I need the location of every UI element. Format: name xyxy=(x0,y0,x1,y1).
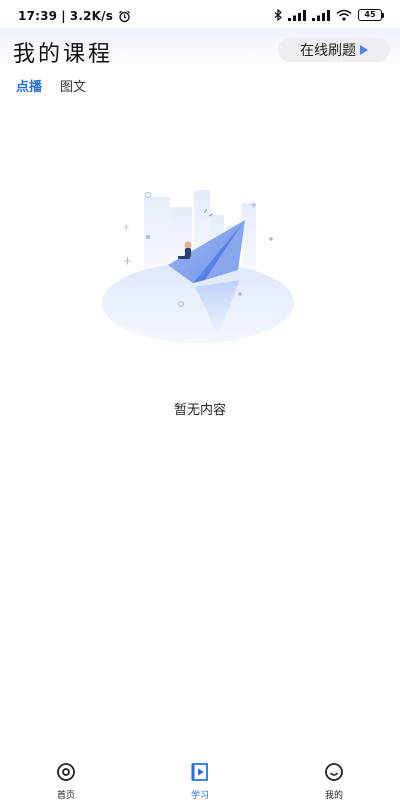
battery-level: 45 xyxy=(358,9,382,21)
tab-article[interactable]: 图文 xyxy=(60,76,86,95)
signal-icon-2 xyxy=(312,9,330,21)
nav-home-label: 首页 xyxy=(56,791,75,800)
nav-home[interactable]: 首页 xyxy=(36,762,96,800)
profile-icon xyxy=(325,763,343,781)
play-icon xyxy=(360,45,368,55)
nav-mine-label: 我的 xyxy=(324,791,343,800)
online-practice-label: 在线刷题 xyxy=(300,43,356,59)
home-icon xyxy=(57,763,75,781)
status-time: 17:39 xyxy=(18,9,58,23)
bottom-nav: 首页 学习 我的 xyxy=(0,752,400,800)
tab-video[interactable]: 点播 xyxy=(16,76,42,95)
header: 我的课程 在线刷题 xyxy=(0,28,400,74)
course-tabs: 点播 图文 xyxy=(0,74,400,95)
battery-tip xyxy=(382,12,384,18)
nav-study[interactable]: 学习 xyxy=(170,762,230,800)
status-left: 17:39 | 3.2K/s xyxy=(18,9,131,23)
app-screen: 17:39 | 3.2K/s 45 我的课程 在线刷题 点播 图文 暂无内容 首… xyxy=(0,0,400,800)
status-separator: | xyxy=(61,9,66,23)
empty-state-message: 暂无内容 xyxy=(173,403,226,418)
alarm-icon xyxy=(119,10,131,22)
paper-plane-illustration xyxy=(102,190,294,343)
wifi-icon xyxy=(336,9,352,21)
battery-icon: 45 xyxy=(358,9,384,21)
signal-icon xyxy=(288,9,306,21)
bluetooth-icon xyxy=(274,9,282,21)
nav-study-label: 学习 xyxy=(190,791,209,800)
status-bar: 17:39 | 3.2K/s 45 xyxy=(0,0,400,28)
study-icon xyxy=(191,763,208,781)
network-speed: 3.2K/s xyxy=(69,9,114,23)
status-right: 45 xyxy=(274,9,384,21)
page-title: 我的课程 xyxy=(13,42,114,67)
nav-mine[interactable]: 我的 xyxy=(304,762,364,800)
online-practice-button[interactable]: 在线刷题 xyxy=(278,38,390,62)
